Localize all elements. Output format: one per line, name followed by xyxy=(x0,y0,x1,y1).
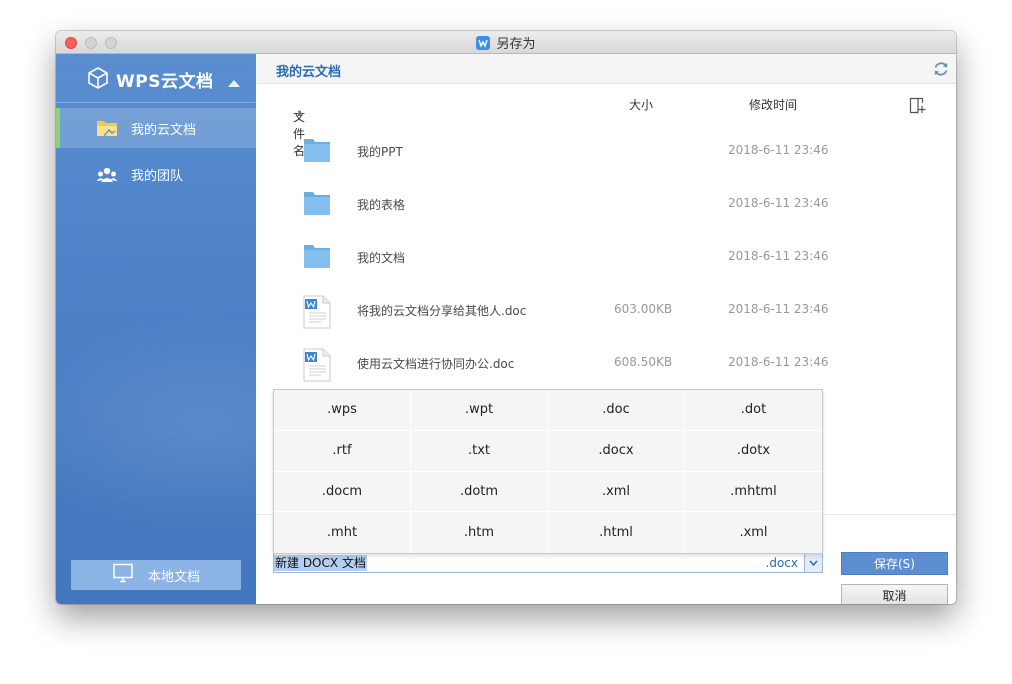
cancel-button[interactable]: 取消 xyxy=(841,584,948,604)
extension-option[interactable]: .wpt xyxy=(411,390,548,431)
file-name: 我的表格 xyxy=(357,198,406,212)
extension-option[interactable]: .docm xyxy=(274,471,411,513)
wps-app-icon xyxy=(476,35,491,50)
word-document-icon xyxy=(303,348,331,385)
file-row[interactable]: 我的文档 2018-6-11 23:46 xyxy=(256,230,956,283)
file-modified: 2018-6-11 23:46 xyxy=(728,196,829,210)
extension-option[interactable]: .doc xyxy=(548,390,685,431)
column-header-size[interactable]: 大小 xyxy=(629,96,653,113)
file-name: 使用云文档进行协同办公.doc xyxy=(357,357,515,371)
sidebar: WPS云文档 我的云文档 我的团队 本地文档 xyxy=(56,54,256,604)
file-modified: 2018-6-11 23:46 xyxy=(728,355,829,369)
sidebar-brand: WPS云文档 xyxy=(116,72,214,92)
extension-dropdown-menu: .wps .wpt .doc .dot .rtf .txt .docx .dot… xyxy=(273,389,823,554)
extension-option[interactable]: .htm xyxy=(411,512,548,553)
local-documents-label: 本地文档 xyxy=(147,569,200,585)
save-as-dialog: 另存为 WPS云文档 我的云文档 我的团队 本地文档 我的云文档 文件名 ▲ 大… xyxy=(56,31,956,604)
filename-input[interactable]: 新建 DOCX 文档 .docx xyxy=(273,553,823,573)
file-modified: 2018-6-11 23:46 xyxy=(728,143,829,157)
file-name: 我的文档 xyxy=(357,251,406,265)
chevron-down-icon xyxy=(809,560,818,566)
file-size: 603.00KB xyxy=(614,302,673,316)
window-title-group: 另存为 xyxy=(56,31,956,54)
sidebar-item-my-team[interactable]: 我的团队 xyxy=(56,154,256,194)
extension-option[interactable]: .dotm xyxy=(411,471,548,513)
extension-option[interactable]: .xml xyxy=(685,512,822,553)
file-modified: 2018-6-11 23:46 xyxy=(728,249,829,263)
word-document-icon xyxy=(303,295,331,332)
cloud-cube-icon xyxy=(87,66,109,94)
location-bar: 我的云文档 xyxy=(256,54,956,84)
window-title: 另存为 xyxy=(496,37,536,52)
extension-option[interactable]: .xml xyxy=(548,471,685,513)
file-row[interactable]: 使用云文档进行协同办公.doc 608.50KB 2018-6-11 23:46 xyxy=(256,336,956,389)
file-name: 我的PPT xyxy=(357,145,403,159)
column-header-modified[interactable]: 修改时间 xyxy=(749,96,797,113)
sidebar-item-my-cloud-docs[interactable]: 我的云文档 xyxy=(56,108,256,148)
extension-option[interactable]: .dotx xyxy=(685,431,822,472)
extension-option[interactable]: .mht xyxy=(274,512,411,553)
sidebar-item-label: 我的云文档 xyxy=(131,123,197,138)
file-size: 608.50KB xyxy=(614,355,673,369)
sidebar-item-label: 我的团队 xyxy=(131,169,184,184)
new-folder-icon[interactable] xyxy=(909,96,927,118)
file-name: 将我的云文档分享给其他人.doc xyxy=(357,304,527,318)
extension-dropdown-button[interactable] xyxy=(804,554,822,572)
extension-option[interactable]: .dot xyxy=(685,390,822,431)
folder-icon xyxy=(96,119,118,141)
extension-option[interactable]: .rtf xyxy=(274,430,411,472)
sort-ascending-icon: ▲ xyxy=(297,108,304,117)
main-panel: 我的云文档 文件名 ▲ 大小 修改时间 我的PPT 2018-6-11 23:4… xyxy=(256,54,956,604)
extension-option[interactable]: .docx xyxy=(548,430,685,472)
team-icon xyxy=(96,165,118,187)
selected-extension[interactable]: .docx xyxy=(766,555,798,571)
folder-icon xyxy=(303,189,331,220)
extension-option[interactable]: .mhtml xyxy=(685,472,822,513)
filename-value[interactable]: 新建 DOCX 文档 xyxy=(274,555,367,571)
current-path[interactable]: 我的云文档 xyxy=(276,61,341,80)
file-modified: 2018-6-11 23:46 xyxy=(728,302,829,316)
extension-option[interactable]: .txt xyxy=(411,430,548,472)
extension-option[interactable]: .html xyxy=(548,512,685,553)
folder-icon xyxy=(303,136,331,167)
sidebar-header[interactable]: WPS云文档 xyxy=(56,54,256,103)
sidebar-decoration xyxy=(56,314,256,534)
collapse-caret-icon[interactable] xyxy=(228,72,240,91)
file-row[interactable]: 将我的云文档分享给其他人.doc 603.00KB 2018-6-11 23:4… xyxy=(256,283,956,336)
file-list-header: 文件名 ▲ 大小 修改时间 xyxy=(256,84,956,158)
folder-icon xyxy=(303,242,331,273)
monitor-icon xyxy=(112,563,134,587)
extension-option[interactable]: .wps xyxy=(274,390,411,431)
save-button[interactable]: 保存(S) xyxy=(841,552,948,575)
refresh-icon[interactable] xyxy=(932,60,950,82)
title-bar: 另存为 xyxy=(56,31,956,54)
file-row[interactable]: 我的PPT 2018-6-11 23:46 xyxy=(256,124,956,177)
local-documents-button[interactable]: 本地文档 xyxy=(71,560,241,590)
file-row[interactable]: 我的表格 2018-6-11 23:46 xyxy=(256,177,956,230)
